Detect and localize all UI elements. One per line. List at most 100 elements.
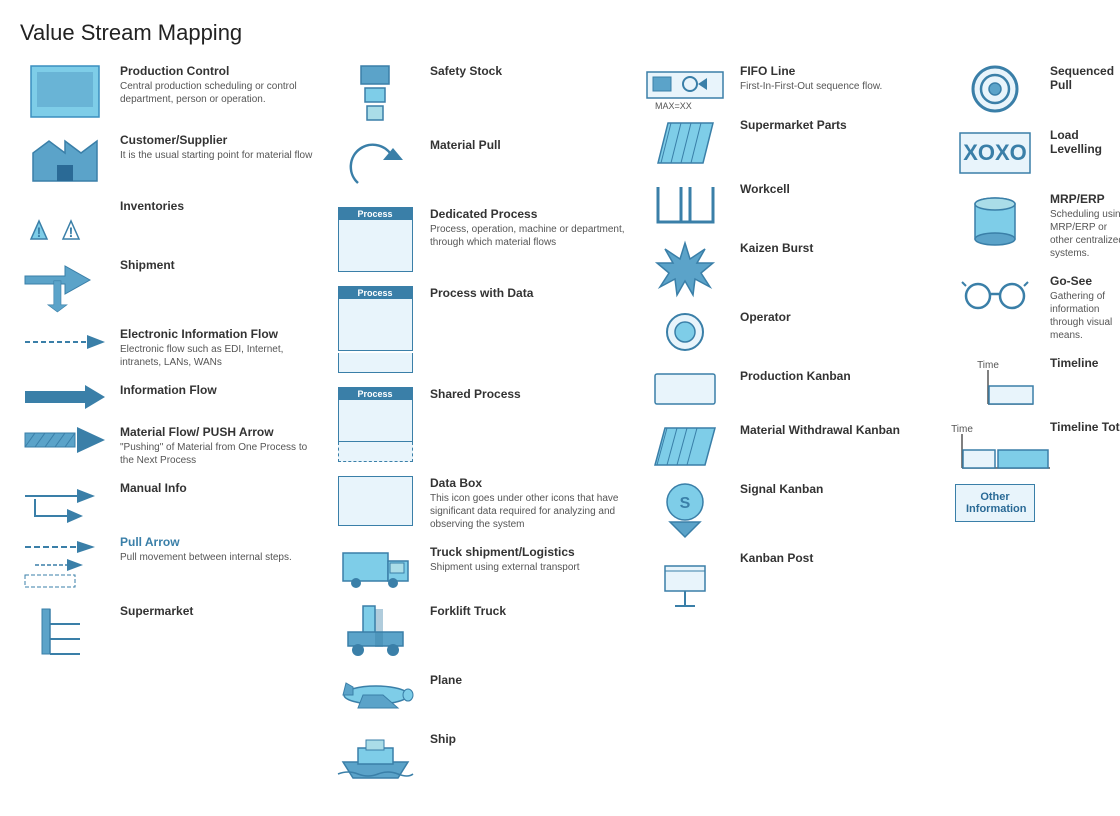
svg-text:Time: Time [977,360,999,371]
signal-kanban-text: Signal Kanban [740,482,940,498]
item-shared-process: Process Shared Process [330,387,640,462]
plane-text: Plane [430,673,630,689]
signal-kanban-icon: S [640,482,730,537]
customer-supplier-text: Customer/Supplier It is the usual starti… [120,133,320,162]
column-3: MAX=XX FIFO Line First-In-First-Out sequ… [640,64,950,796]
item-manual-info: Manual Info [20,481,330,521]
svg-text:MAX=XX: MAX=XX [655,101,692,111]
load-levelling-text: Load Levelling [1050,128,1120,158]
truck-text: Truck shipment/Logistics Shipment using … [430,545,630,574]
item-fifo: MAX=XX FIFO Line First-In-First-Out sequ… [640,64,950,104]
svg-text:Time: Time [951,424,973,435]
column-4: Sequenced Pull XOXO Load Levelling [950,64,1120,796]
timeline-icon: Time [950,356,1040,406]
item-kanban-post: Kanban Post [640,551,950,606]
material-kanban-icon [640,423,730,468]
item-signal-kanban: S Signal Kanban [640,482,950,537]
pull-arrow-icon [20,535,110,590]
item-material-push: Material Flow/ PUSH Arrow "Pushing" of M… [20,425,330,467]
manual-info-icon [20,481,110,521]
item-pull-arrow: Pull Arrow Pull movement between interna… [20,535,330,590]
process-with-data-icon: Process [330,286,420,373]
timeline-total-text: Timeline Total [1050,420,1120,436]
operator-icon [640,310,730,355]
factory-icon [20,133,110,185]
fifo-icon: MAX=XX [640,64,730,104]
item-ship: Ship [330,732,640,782]
column-2: Safety Stock Material Pull Process [330,64,640,796]
item-shipment: Shipment [20,258,330,313]
item-other-info: OtherInformation Other Information [950,484,1120,522]
item-production-control: Production Control Central production sc… [20,64,330,119]
info-flow-text: Information Flow [120,383,320,399]
material-push-text: Material Flow/ PUSH Arrow "Pushing" of M… [120,425,320,467]
item-material-pull: Material Pull [330,138,640,193]
item-inventories: ! ! Inventories [20,199,330,244]
item-timeline-total: Time Timeline Total [950,420,1120,470]
main-grid: Production Control Central production sc… [20,64,1100,796]
svg-text:S: S [680,495,691,512]
column-1: Production Control Central production sc… [20,64,330,796]
load-levelling-icon: XOXO [950,128,1040,178]
dedicated-process-icon: Process [330,207,420,272]
sequenced-pull-text: Sequenced Pull [1050,64,1120,94]
item-supermarket: Supermarket [20,604,330,659]
dedicated-process-text: Dedicated Process Process, operation, ma… [430,207,630,249]
operator-text: Operator [740,310,940,326]
forklift-icon [330,604,420,659]
item-customer-supplier: Customer/Supplier It is the usual starti… [20,133,330,185]
item-mrp-erp: MRP/ERP Scheduling using MRP/ERP or othe… [950,192,1120,260]
other-info-box: OtherInformation [955,484,1035,522]
item-sequenced-pull: Sequenced Pull [950,64,1120,114]
kanban-post-text: Kanban Post [740,551,940,567]
fifo-text: FIFO Line First-In-First-Out sequence fl… [740,64,940,93]
supermarket-parts-icon [640,118,730,168]
production-control-icon [20,64,110,119]
data-box-text: Data Box This icon goes under other icon… [430,476,630,531]
material-pull-text: Material Pull [430,138,630,154]
item-operator: Operator [640,310,950,355]
process-with-data-text: Process with Data [430,286,630,302]
item-load-levelling: XOXO Load Levelling [950,128,1120,178]
item-safety-stock: Safety Stock [330,64,640,124]
electronic-info-text: Electronic Information Flow Electronic f… [120,327,320,369]
shared-process-text: Shared Process [430,387,630,403]
material-pull-icon [330,138,420,193]
workcell-icon [640,182,730,227]
info-flow-icon [20,383,110,411]
mrp-erp-icon [950,192,1040,247]
shipment-icon [20,258,110,313]
timeline-total-icon: Time [950,420,1040,470]
go-see-text: Go-See Gathering of information through … [1050,274,1120,342]
item-plane: Plane [330,673,640,718]
push-arrow-icon [20,425,110,455]
item-supermarket-parts: Supermarket Parts [640,118,950,168]
electronic-info-icon [20,327,110,357]
mrp-erp-text: MRP/ERP Scheduling using MRP/ERP or othe… [1050,192,1120,260]
kaizen-burst-icon [640,241,730,296]
kanban-post-icon [640,551,730,606]
sequenced-pull-icon [950,64,1040,114]
material-kanban-text: Material Withdrawal Kanban [740,423,940,439]
production-control-text: Production Control Central production sc… [120,64,320,106]
manual-info-text: Manual Info [120,481,320,497]
safety-stock-text: Safety Stock [430,64,630,80]
production-kanban-icon [640,369,730,409]
forklift-text: Forklift Truck [430,604,630,620]
item-data-box: Data Box This icon goes under other icon… [330,476,640,531]
item-workcell: Workcell [640,182,950,227]
page-title: Value Stream Mapping [20,20,1100,46]
item-electronic-info: Electronic Information Flow Electronic f… [20,327,330,369]
svg-text:XOXO: XOXO [963,140,1027,165]
truck-icon [330,545,420,590]
shipment-text: Shipment [120,258,320,274]
workcell-text: Workcell [740,182,940,198]
go-see-icon [950,274,1040,314]
supermarket-text: Supermarket [120,604,320,620]
item-production-kanban: Production Kanban [640,369,950,409]
item-info-flow: Information Flow [20,383,330,411]
item-timeline: Time Timeline [950,356,1120,406]
inventories-text: Inventories [120,199,320,215]
item-go-see: Go-See Gathering of information through … [950,274,1120,342]
svg-text:!: ! [69,224,74,240]
